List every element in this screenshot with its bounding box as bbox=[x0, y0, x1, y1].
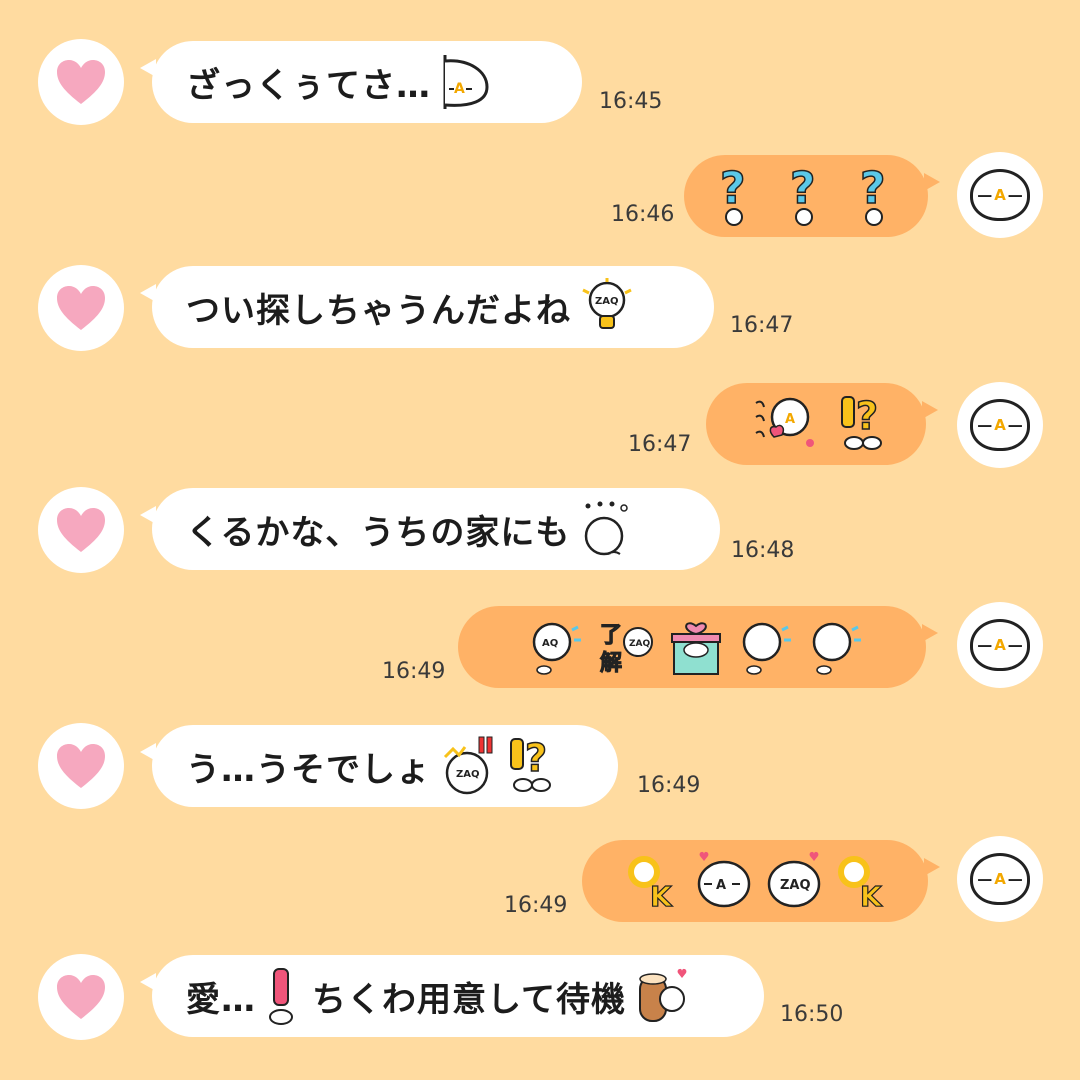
ok-emoji: K bbox=[836, 850, 892, 912]
mochi-avatar[interactable]: — A — bbox=[957, 602, 1043, 688]
incoming-bubble[interactable]: う…うそでしょ ZAQ ? bbox=[140, 725, 618, 807]
kiss-face-emoji: ZAQ bbox=[766, 850, 822, 912]
heart-avatar[interactable] bbox=[38, 265, 124, 351]
incoming-bubble[interactable]: ざっくぅてさ… A bbox=[140, 41, 582, 123]
incoming-bubble[interactable]: くるかな、うちの家にも bbox=[140, 488, 720, 570]
svg-text:AQ: AQ bbox=[542, 638, 558, 649]
outgoing-bubble[interactable]: K A ZAQ K bbox=[582, 840, 940, 922]
svg-text:ZAQ: ZAQ bbox=[595, 296, 619, 307]
svg-text:?: ? bbox=[860, 165, 886, 214]
timestamp: 16:49 bbox=[382, 659, 446, 684]
mochi-avatar[interactable]: — A — bbox=[957, 836, 1043, 922]
svg-text:?: ? bbox=[525, 736, 547, 780]
question-mark-emoji: ? bbox=[852, 165, 908, 227]
svg-text:A: A bbox=[785, 412, 795, 427]
message-text: つい探しちゃうんだよね bbox=[186, 290, 571, 331]
mochi-avatar[interactable]: — A — bbox=[957, 382, 1043, 468]
running-emoji bbox=[808, 616, 864, 678]
mochi-face-icon: — A — bbox=[970, 619, 1030, 671]
mochi-face-icon: — A — bbox=[970, 169, 1030, 221]
svg-text:A: A bbox=[716, 878, 726, 893]
exclamation-question-emoji: ? bbox=[503, 735, 559, 797]
heart-icon bbox=[57, 508, 105, 552]
heart-avatar[interactable] bbox=[38, 39, 124, 125]
chikuwa-emoji bbox=[634, 965, 690, 1027]
message-text: う…うそでしょ bbox=[186, 749, 431, 790]
svg-text:K: K bbox=[650, 880, 673, 912]
outgoing-bubble[interactable]: AQ 了解 ZAQ bbox=[458, 606, 938, 688]
kyun-heart-emoji: A bbox=[750, 393, 820, 455]
running-emoji: AQ bbox=[528, 616, 584, 678]
heart-icon bbox=[57, 975, 105, 1019]
svg-text:?: ? bbox=[720, 165, 746, 214]
outgoing-bubble[interactable]: ? ? ? bbox=[684, 155, 940, 237]
question-mark-emoji: ? bbox=[712, 165, 768, 227]
ryoukai-emoji: 了解 ZAQ bbox=[598, 616, 654, 678]
svg-text:ZAQ: ZAQ bbox=[456, 769, 480, 780]
svg-text:ZAQ: ZAQ bbox=[780, 878, 811, 893]
heart-icon bbox=[57, 60, 105, 104]
timestamp: 16:45 bbox=[599, 89, 663, 114]
exclamation-question-emoji: ? bbox=[834, 393, 890, 455]
svg-text:了: 了 bbox=[600, 623, 622, 648]
shocked-face-emoji: ZAQ bbox=[439, 735, 495, 797]
timestamp: 16:49 bbox=[504, 893, 568, 918]
kiss-face-emoji: A bbox=[696, 850, 752, 912]
mochi-face-icon: — A — bbox=[970, 853, 1030, 905]
svg-text:解: 解 bbox=[600, 650, 622, 676]
svg-text:A: A bbox=[454, 81, 465, 97]
timestamp: 16:50 bbox=[780, 1002, 844, 1027]
exclamation-emoji bbox=[260, 965, 304, 1027]
svg-text:ZAQ: ZAQ bbox=[629, 639, 650, 649]
outgoing-bubble[interactable]: A ? bbox=[706, 383, 938, 465]
running-emoji bbox=[738, 616, 794, 678]
peek-face-emoji: A bbox=[439, 51, 495, 113]
heart-avatar[interactable] bbox=[38, 954, 124, 1040]
heart-avatar[interactable] bbox=[38, 487, 124, 573]
message-text: ざっくぅてさ… bbox=[186, 65, 431, 106]
message-text: 愛… bbox=[186, 979, 256, 1020]
heart-icon bbox=[57, 744, 105, 788]
idea-lightbulb-emoji: ZAQ bbox=[579, 276, 635, 338]
thinking-dots-emoji bbox=[578, 498, 634, 560]
timestamp: 16:47 bbox=[730, 313, 794, 338]
incoming-bubble[interactable]: 愛… ちくわ用意して待機 bbox=[140, 955, 764, 1037]
timestamp: 16:47 bbox=[628, 432, 692, 457]
mochi-avatar[interactable]: — A — bbox=[957, 152, 1043, 238]
incoming-bubble[interactable]: つい探しちゃうんだよね ZAQ bbox=[140, 266, 714, 348]
svg-text:?: ? bbox=[856, 394, 878, 438]
gift-box-emoji bbox=[668, 616, 724, 678]
timestamp: 16:46 bbox=[611, 202, 675, 227]
svg-text:K: K bbox=[860, 880, 883, 912]
heart-avatar[interactable] bbox=[38, 723, 124, 809]
ok-emoji: K bbox=[626, 850, 682, 912]
question-mark-emoji: ? bbox=[782, 165, 838, 227]
timestamp: 16:49 bbox=[637, 773, 701, 798]
message-text-continued: ちくわ用意して待機 bbox=[312, 979, 626, 1020]
message-text: くるかな、うちの家にも bbox=[186, 512, 571, 553]
mochi-face-icon: — A — bbox=[970, 399, 1030, 451]
svg-text:?: ? bbox=[790, 165, 816, 214]
heart-icon bbox=[57, 286, 105, 330]
timestamp: 16:48 bbox=[731, 538, 795, 563]
